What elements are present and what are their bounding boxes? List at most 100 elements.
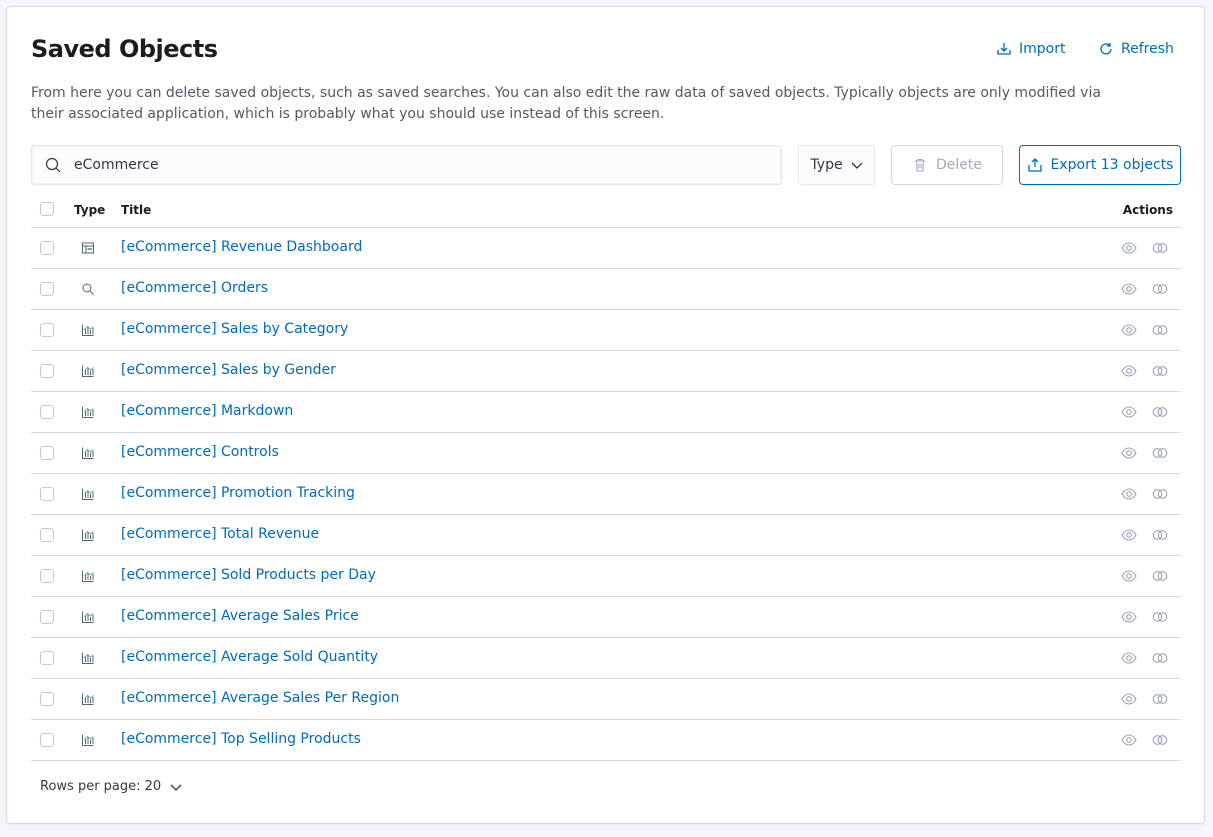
relationships-icon[interactable] — [1152, 404, 1168, 420]
type-filter-button[interactable]: Type — [798, 145, 875, 185]
row-checkbox[interactable] — [40, 610, 54, 624]
export-button[interactable]: Export 13 objects — [1019, 145, 1181, 185]
table-row: [eCommerce] Promotion Tracking — [31, 474, 1181, 515]
column-header-actions: Actions — [1122, 203, 1173, 217]
row-checkbox[interactable] — [40, 487, 54, 501]
delete-label: Delete — [936, 157, 982, 173]
refresh-button[interactable]: Refresh — [1098, 41, 1174, 57]
column-header-type[interactable]: Type — [74, 203, 105, 217]
relationships-icon[interactable] — [1152, 732, 1168, 748]
page-title: Saved Objects — [31, 35, 218, 63]
refresh-icon — [1100, 43, 1112, 55]
table-row: [eCommerce] Orders — [31, 269, 1181, 310]
import-button[interactable]: Import — [996, 41, 1065, 57]
search-input[interactable] — [72, 156, 756, 174]
visualize-app-icon — [82, 529, 94, 541]
relationships-icon[interactable] — [1152, 281, 1168, 297]
relationships-icon[interactable] — [1152, 609, 1168, 625]
table-row: [eCommerce] Markdown — [31, 392, 1181, 433]
object-title-link[interactable]: [eCommerce] Total Revenue — [121, 526, 319, 542]
saved-objects-table: Type Title Actions [eCommerce] Revenue D… — [31, 193, 1181, 761]
object-title-link[interactable]: [eCommerce] Average Sales Per Region — [121, 690, 399, 706]
search-icon — [45, 157, 61, 173]
row-checkbox[interactable] — [40, 733, 54, 747]
table-header: Type Title Actions — [31, 193, 1181, 228]
table-body: [eCommerce] Revenue Dashboard [eCommerce]… — [31, 228, 1181, 761]
visualize-app-icon — [82, 365, 94, 377]
relationships-icon[interactable] — [1152, 240, 1168, 256]
page-description: From here you can delete saved objects, … — [31, 85, 1101, 122]
row-checkbox[interactable] — [40, 528, 54, 542]
row-checkbox[interactable] — [40, 651, 54, 665]
relationships-icon[interactable] — [1152, 527, 1168, 543]
table-row: [eCommerce] Average Sales Price — [31, 597, 1181, 638]
row-checkbox[interactable] — [40, 692, 54, 706]
rows-per-page-button[interactable]: Rows per page: 20 — [40, 779, 182, 794]
object-title-link[interactable]: [eCommerce] Revenue Dashboard — [121, 239, 362, 255]
relationships-icon[interactable] — [1152, 363, 1168, 379]
visualize-app-icon — [82, 652, 94, 664]
relationships-icon[interactable] — [1152, 568, 1168, 584]
relationships-icon[interactable] — [1152, 691, 1168, 707]
object-title-link[interactable]: [eCommerce] Sales by Category — [121, 321, 348, 337]
relationships-icon[interactable] — [1152, 445, 1168, 461]
inspect-eye-icon[interactable] — [1121, 322, 1137, 338]
table-row: [eCommerce] Revenue Dashboard — [31, 228, 1181, 269]
inspect-eye-icon[interactable] — [1121, 363, 1137, 379]
refresh-label: Refresh — [1121, 41, 1174, 57]
search-app-icon — [82, 283, 94, 295]
table-row: [eCommerce] Average Sales Per Region — [31, 679, 1181, 720]
visualize-app-icon — [82, 570, 94, 582]
table-row: [eCommerce] Sold Products per Day — [31, 556, 1181, 597]
export-label: Export 13 objects — [1050, 157, 1174, 173]
table-row: [eCommerce] Sales by Gender — [31, 351, 1181, 392]
inspect-eye-icon[interactable] — [1121, 609, 1137, 625]
delete-button[interactable]: Delete — [891, 145, 1003, 185]
inspect-eye-icon[interactable] — [1121, 650, 1137, 666]
object-title-link[interactable]: [eCommerce] Sold Products per Day — [121, 567, 376, 583]
row-checkbox[interactable] — [40, 282, 54, 296]
object-title-link[interactable]: [eCommerce] Sales by Gender — [121, 362, 336, 378]
object-title-link[interactable]: [eCommerce] Average Sold Quantity — [121, 649, 378, 665]
trash-icon — [915, 158, 925, 172]
object-title-link[interactable]: [eCommerce] Promotion Tracking — [121, 485, 355, 501]
inspect-eye-icon[interactable] — [1121, 445, 1137, 461]
row-checkbox[interactable] — [40, 569, 54, 583]
inspect-eye-icon[interactable] — [1121, 281, 1137, 297]
row-checkbox[interactable] — [40, 405, 54, 419]
column-header-title[interactable]: Title — [121, 203, 151, 217]
object-title-link[interactable]: [eCommerce] Average Sales Price — [121, 608, 359, 624]
inspect-eye-icon[interactable] — [1121, 486, 1137, 502]
object-title-link[interactable]: [eCommerce] Top Selling Products — [121, 731, 361, 747]
inspect-eye-icon[interactable] — [1121, 240, 1137, 256]
visualize-app-icon — [82, 324, 94, 336]
chevron-down-icon — [170, 784, 182, 791]
visualize-app-icon — [82, 447, 94, 459]
relationships-icon[interactable] — [1152, 322, 1168, 338]
table-row: [eCommerce] Controls — [31, 433, 1181, 474]
object-title-link[interactable]: [eCommerce] Orders — [121, 280, 268, 296]
row-checkbox[interactable] — [40, 364, 54, 378]
table-row: [eCommerce] Average Sold Quantity — [31, 638, 1181, 679]
type-filter-label: Type — [810, 157, 843, 173]
visualize-app-icon — [82, 488, 94, 500]
object-title-link[interactable]: [eCommerce] Controls — [121, 444, 279, 460]
relationships-icon[interactable] — [1152, 650, 1168, 666]
inspect-eye-icon[interactable] — [1121, 527, 1137, 543]
relationships-icon[interactable] — [1152, 486, 1168, 502]
visualize-app-icon — [82, 611, 94, 623]
dashboard-app-icon — [82, 242, 94, 254]
select-all-checkbox[interactable] — [40, 202, 54, 216]
inspect-eye-icon[interactable] — [1121, 568, 1137, 584]
table-row: [eCommerce] Total Revenue — [31, 515, 1181, 556]
object-title-link[interactable]: [eCommerce] Markdown — [121, 403, 293, 419]
inspect-eye-icon[interactable] — [1121, 732, 1137, 748]
row-checkbox[interactable] — [40, 241, 54, 255]
import-label: Import — [1019, 41, 1066, 57]
row-checkbox[interactable] — [40, 446, 54, 460]
inspect-eye-icon[interactable] — [1121, 404, 1137, 420]
export-icon — [1027, 158, 1042, 172]
visualize-app-icon — [82, 406, 94, 418]
row-checkbox[interactable] — [40, 323, 54, 337]
inspect-eye-icon[interactable] — [1121, 691, 1137, 707]
